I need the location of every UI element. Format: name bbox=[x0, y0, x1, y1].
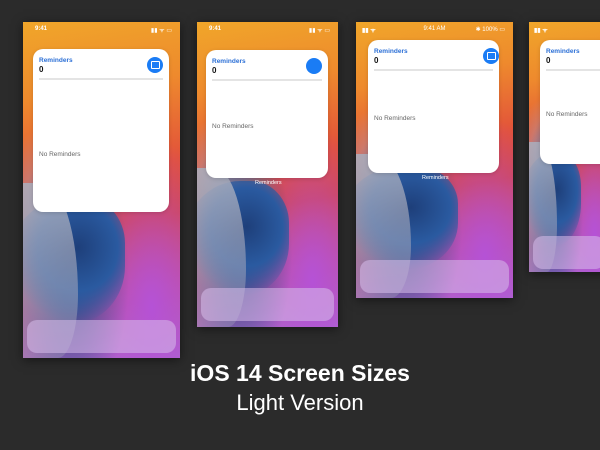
status-icons: ▮▮ ᯤ ▭ bbox=[150, 28, 172, 34]
reminders-widget[interactable]: Reminders 0 No Reminders bbox=[206, 50, 328, 178]
reminders-widget[interactable]: Reminders 0 No Reminders bbox=[368, 40, 499, 173]
phone-screen-4: ▮▮ ᯤ Reminders 0 No Reminders bbox=[529, 22, 600, 272]
status-signal: ▮▮ ᯤ bbox=[534, 28, 548, 34]
caption-title: iOS 14 Screen Sizes bbox=[190, 360, 410, 386]
calendar-icon[interactable] bbox=[483, 48, 499, 64]
widget-count: 0 bbox=[212, 66, 217, 75]
dock bbox=[201, 288, 334, 321]
dock bbox=[360, 260, 509, 293]
widget-label: Reminders bbox=[422, 175, 449, 181]
empty-state-text: No Reminders bbox=[546, 111, 588, 118]
widget-label: Reminders bbox=[255, 180, 282, 186]
widget-label: Reminders bbox=[89, 191, 116, 197]
status-bar: 9:41 ▮▮ ᯤ ▭ bbox=[23, 25, 180, 35]
status-bar: ▮▮ ᯤ bbox=[529, 25, 600, 35]
status-icons: ▮▮ ᯤ ▭ bbox=[308, 28, 330, 34]
status-time: 9:41 AM bbox=[423, 26, 446, 32]
widget-count: 0 bbox=[39, 65, 44, 74]
divider bbox=[374, 69, 493, 71]
divider bbox=[39, 78, 163, 80]
phone-screen-2: 9:41 ▮▮ ᯤ ▭ Reminders 0 No Reminders Rem… bbox=[197, 22, 338, 327]
empty-state-text: No Reminders bbox=[212, 123, 254, 130]
divider bbox=[546, 69, 600, 71]
reminders-widget[interactable]: Reminders 0 No Reminders bbox=[540, 40, 600, 164]
calendar-icon[interactable] bbox=[147, 57, 163, 73]
status-bar: 9:41 ▮▮ ᯤ ▭ bbox=[197, 25, 338, 35]
widget-title: Reminders bbox=[39, 57, 73, 64]
caption-subtitle: Light Version bbox=[236, 390, 364, 415]
reminders-widget[interactable]: Reminders 0 No Reminders bbox=[33, 49, 169, 212]
widget-count: 0 bbox=[374, 56, 379, 65]
widget-title: Reminders bbox=[546, 48, 580, 55]
status-bar: ▮▮ ᯤ 9:41 AM ✱ 100% ▭ bbox=[356, 25, 513, 35]
status-signal: ▮▮ ᯤ bbox=[362, 28, 376, 34]
status-time: 9:41 bbox=[35, 26, 48, 32]
divider bbox=[212, 79, 322, 81]
widget-title: Reminders bbox=[212, 58, 246, 65]
widget-count: 0 bbox=[546, 56, 551, 65]
empty-state-text: No Reminders bbox=[374, 115, 416, 122]
dock bbox=[533, 236, 600, 269]
circle-button[interactable] bbox=[306, 58, 322, 74]
widget-title: Reminders bbox=[374, 48, 408, 55]
phone-screen-3: ▮▮ ᯤ 9:41 AM ✱ 100% ▭ Reminders 0 No Rem… bbox=[356, 22, 513, 298]
phone-screen-1: 9:41 ▮▮ ᯤ ▭ Reminders 0 No Reminders Rem… bbox=[23, 22, 180, 358]
status-icons: ✱ 100% ▭ bbox=[475, 27, 505, 33]
empty-state-text: No Reminders bbox=[39, 151, 81, 158]
dock bbox=[27, 320, 176, 353]
status-time: 9:41 bbox=[209, 26, 222, 32]
